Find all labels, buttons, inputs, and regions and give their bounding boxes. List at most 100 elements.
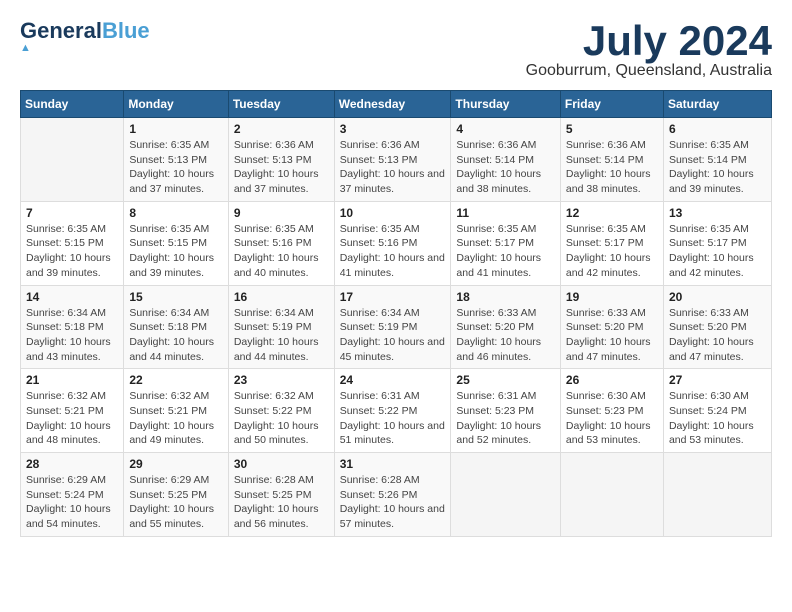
day-number: 12 (566, 206, 658, 220)
day-info: Sunrise: 6:31 AMSunset: 5:22 PMDaylight:… (340, 389, 446, 448)
day-number: 3 (340, 122, 446, 136)
calendar-cell: 28 Sunrise: 6:29 AMSunset: 5:24 PMDayligh… (21, 453, 124, 537)
logo-accent: Blue (102, 18, 150, 43)
calendar-cell: 23 Sunrise: 6:32 AMSunset: 5:22 PMDayligh… (228, 369, 334, 453)
calendar-cell: 10 Sunrise: 6:35 AMSunset: 5:16 PMDayligh… (334, 201, 451, 285)
calendar-cell: 19Sunrise: 6:33 AMSunset: 5:20 PMDayligh… (560, 285, 663, 369)
calendar-cell: 29 Sunrise: 6:29 AMSunset: 5:25 PMDayligh… (124, 453, 228, 537)
day-info: Sunrise: 6:31 AMSunset: 5:23 PMDaylight:… (456, 389, 555, 448)
logo: GeneralBlue ▲ (20, 20, 150, 54)
day-info: Sunrise: 6:35 AMSunset: 5:13 PMDaylight:… (129, 138, 222, 197)
day-info: Sunrise: 6:28 AMSunset: 5:25 PMDaylight:… (234, 473, 329, 532)
week-row-2: 7 Sunrise: 6:35 AMSunset: 5:15 PMDaylight… (21, 201, 772, 285)
calendar-cell: 6Sunrise: 6:35 AMSunset: 5:14 PMDaylight… (663, 118, 771, 202)
calendar-cell (560, 453, 663, 537)
calendar-cell: 2Sunrise: 6:36 AMSunset: 5:13 PMDaylight… (228, 118, 334, 202)
day-number: 23 (234, 373, 329, 387)
day-number: 27 (669, 373, 766, 387)
calendar-cell: 27 Sunrise: 6:30 AMSunset: 5:24 PMDayligh… (663, 369, 771, 453)
logo-tagline: ▲ (20, 42, 32, 54)
day-number: 6 (669, 122, 766, 136)
calendar-cell: 21 Sunrise: 6:32 AMSunset: 5:21 PMDayligh… (21, 369, 124, 453)
calendar-cell: 9 Sunrise: 6:35 AMSunset: 5:16 PMDaylight… (228, 201, 334, 285)
calendar-cell: 3 Sunrise: 6:36 AMSunset: 5:13 PMDaylight… (334, 118, 451, 202)
day-number: 28 (26, 457, 118, 471)
day-number: 30 (234, 457, 329, 471)
day-number: 24 (340, 373, 446, 387)
weekday-header-monday: Monday (124, 91, 228, 118)
day-number: 22 (129, 373, 222, 387)
calendar-cell (21, 118, 124, 202)
calendar-cell: 7Sunrise: 6:35 AMSunset: 5:15 PMDaylight… (21, 201, 124, 285)
day-number: 26 (566, 373, 658, 387)
day-number: 13 (669, 206, 766, 220)
calendar-cell: 14 Sunrise: 6:34 AMSunset: 5:18 PMDayligh… (21, 285, 124, 369)
day-info: Sunrise: 6:34 AMSunset: 5:18 PMDaylight:… (26, 306, 118, 365)
day-info: Sunrise: 6:33 AMSunset: 5:20 PMDaylight:… (669, 306, 766, 365)
page-header: GeneralBlue ▲ July 2024 Gooburrum, Queen… (20, 20, 772, 80)
calendar-cell (663, 453, 771, 537)
day-info: Sunrise: 6:35 AMSunset: 5:15 PMDaylight:… (129, 222, 222, 281)
day-info: Sunrise: 6:32 AMSunset: 5:22 PMDaylight:… (234, 389, 329, 448)
day-number: 9 (234, 206, 329, 220)
day-number: 29 (129, 457, 222, 471)
day-number: 7 (26, 206, 118, 220)
day-info: Sunrise: 6:36 AMSunset: 5:13 PMDaylight:… (340, 138, 446, 197)
week-row-1: 1Sunrise: 6:35 AMSunset: 5:13 PMDaylight… (21, 118, 772, 202)
month-year: July 2024 (526, 20, 772, 62)
weekday-header-sunday: Sunday (21, 91, 124, 118)
weekday-header-tuesday: Tuesday (228, 91, 334, 118)
weekday-header-thursday: Thursday (451, 91, 561, 118)
day-info: Sunrise: 6:35 AMSunset: 5:17 PMDaylight:… (669, 222, 766, 281)
day-number: 5 (566, 122, 658, 136)
day-number: 8 (129, 206, 222, 220)
weekday-header-saturday: Saturday (663, 91, 771, 118)
day-info: Sunrise: 6:34 AMSunset: 5:19 PMDaylight:… (340, 306, 446, 365)
calendar-cell: 16Sunrise: 6:34 AMSunset: 5:19 PMDayligh… (228, 285, 334, 369)
weekday-header-wednesday: Wednesday (334, 91, 451, 118)
day-info: Sunrise: 6:35 AMSunset: 5:16 PMDaylight:… (234, 222, 329, 281)
week-row-3: 14 Sunrise: 6:34 AMSunset: 5:18 PMDayligh… (21, 285, 772, 369)
week-row-4: 21 Sunrise: 6:32 AMSunset: 5:21 PMDayligh… (21, 369, 772, 453)
day-info: Sunrise: 6:36 AMSunset: 5:14 PMDaylight:… (566, 138, 658, 197)
calendar-cell: 31Sunrise: 6:28 AMSunset: 5:26 PMDayligh… (334, 453, 451, 537)
calendar-cell: 12 Sunrise: 6:35 AMSunset: 5:17 PMDayligh… (560, 201, 663, 285)
day-info: Sunrise: 6:35 AMSunset: 5:17 PMDaylight:… (566, 222, 658, 281)
weekday-header-friday: Friday (560, 91, 663, 118)
day-info: Sunrise: 6:30 AMSunset: 5:24 PMDaylight:… (669, 389, 766, 448)
day-info: Sunrise: 6:36 AMSunset: 5:13 PMDaylight:… (234, 138, 329, 197)
weekday-header-row: SundayMondayTuesdayWednesdayThursdayFrid… (21, 91, 772, 118)
day-info: Sunrise: 6:29 AMSunset: 5:25 PMDaylight:… (129, 473, 222, 532)
day-info: Sunrise: 6:32 AMSunset: 5:21 PMDaylight:… (26, 389, 118, 448)
calendar-cell: 8 Sunrise: 6:35 AMSunset: 5:15 PMDaylight… (124, 201, 228, 285)
calendar-cell: 20 Sunrise: 6:33 AMSunset: 5:20 PMDayligh… (663, 285, 771, 369)
logo-text: GeneralBlue (20, 20, 150, 42)
calendar-cell: 5 Sunrise: 6:36 AMSunset: 5:14 PMDaylight… (560, 118, 663, 202)
day-info: Sunrise: 6:35 AMSunset: 5:16 PMDaylight:… (340, 222, 446, 281)
week-row-5: 28 Sunrise: 6:29 AMSunset: 5:24 PMDayligh… (21, 453, 772, 537)
calendar-cell: 22 Sunrise: 6:32 AMSunset: 5:21 PMDayligh… (124, 369, 228, 453)
calendar-cell: 1Sunrise: 6:35 AMSunset: 5:13 PMDaylight… (124, 118, 228, 202)
day-number: 20 (669, 290, 766, 304)
day-number: 21 (26, 373, 118, 387)
calendar-cell: 17 Sunrise: 6:34 AMSunset: 5:19 PMDayligh… (334, 285, 451, 369)
calendar-table: SundayMondayTuesdayWednesdayThursdayFrid… (20, 90, 772, 537)
calendar-cell: 26 Sunrise: 6:30 AMSunset: 5:23 PMDayligh… (560, 369, 663, 453)
day-number: 4 (456, 122, 555, 136)
calendar-cell: 13 Sunrise: 6:35 AMSunset: 5:17 PMDayligh… (663, 201, 771, 285)
day-number: 17 (340, 290, 446, 304)
day-info: Sunrise: 6:30 AMSunset: 5:23 PMDaylight:… (566, 389, 658, 448)
day-number: 10 (340, 206, 446, 220)
day-info: Sunrise: 6:33 AMSunset: 5:20 PMDaylight:… (566, 306, 658, 365)
day-info: Sunrise: 6:29 AMSunset: 5:24 PMDaylight:… (26, 473, 118, 532)
day-info: Sunrise: 6:33 AMSunset: 5:20 PMDaylight:… (456, 306, 555, 365)
day-number: 14 (26, 290, 118, 304)
day-number: 25 (456, 373, 555, 387)
day-info: Sunrise: 6:32 AMSunset: 5:21 PMDaylight:… (129, 389, 222, 448)
day-number: 15 (129, 290, 222, 304)
calendar-cell: 25 Sunrise: 6:31 AMSunset: 5:23 PMDayligh… (451, 369, 561, 453)
day-number: 16 (234, 290, 329, 304)
calendar-cell (451, 453, 561, 537)
day-info: Sunrise: 6:36 AMSunset: 5:14 PMDaylight:… (456, 138, 555, 197)
day-number: 31 (340, 457, 446, 471)
